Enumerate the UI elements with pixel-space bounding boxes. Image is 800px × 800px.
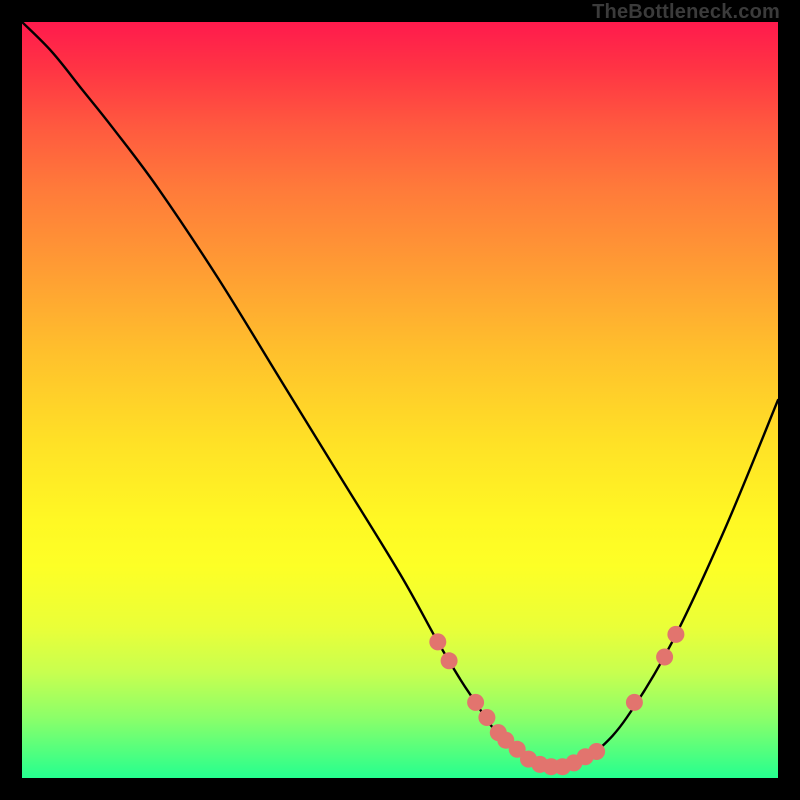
curve-marker: [441, 652, 458, 669]
curve-marker: [467, 694, 484, 711]
curve-layer: [22, 22, 778, 778]
curve-marker: [588, 743, 605, 760]
attribution-text: TheBottleneck.com: [592, 1, 780, 24]
curve-marker: [478, 709, 495, 726]
curve-marker: [667, 626, 684, 643]
curve-marker: [626, 694, 643, 711]
curve-markers: [429, 626, 684, 775]
plot-area: [22, 22, 778, 778]
curve-marker: [429, 633, 446, 650]
curve-marker: [656, 649, 673, 666]
